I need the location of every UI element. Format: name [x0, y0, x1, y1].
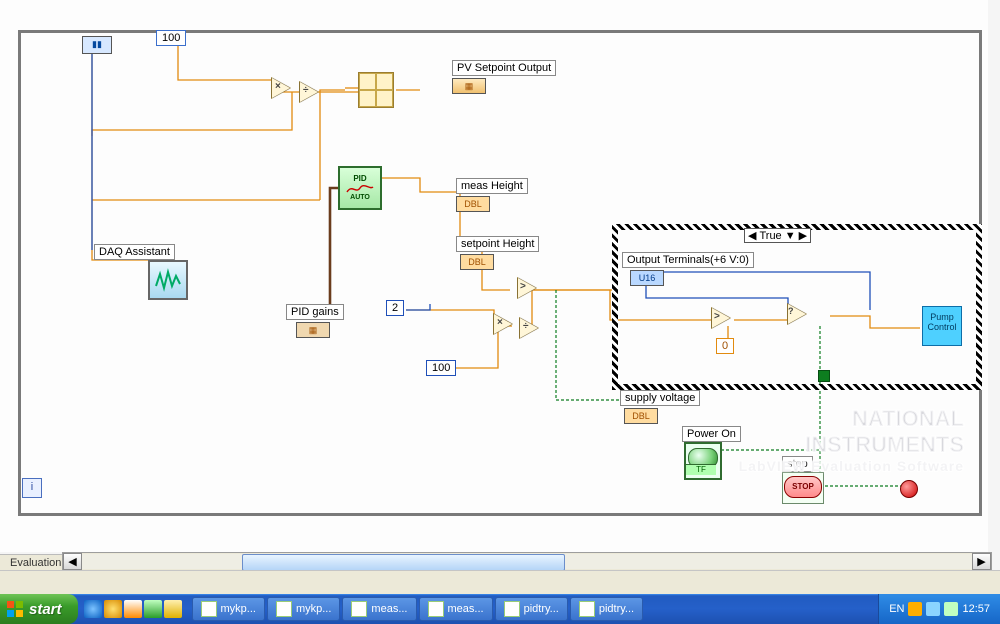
- supply-voltage-control[interactable]: DBL: [624, 408, 658, 424]
- explorer-icon[interactable]: [104, 600, 122, 618]
- constant-100-bottom[interactable]: 100: [426, 360, 456, 376]
- scroll-right-button[interactable]: ▶: [972, 553, 991, 570]
- select-node[interactable]: ?: [788, 304, 808, 324]
- labview-vi-icon: [579, 601, 595, 617]
- app-icon[interactable]: [164, 600, 182, 618]
- vlc-icon[interactable]: [124, 600, 142, 618]
- setpoint-height-indicator[interactable]: DBL: [460, 254, 494, 270]
- ie-icon[interactable]: [84, 600, 102, 618]
- build-array-node[interactable]: [358, 72, 394, 108]
- greater-than-node[interactable]: >: [518, 278, 538, 298]
- labview-vi-icon: [201, 601, 217, 617]
- tray-icon[interactable]: [944, 602, 958, 616]
- pid-autotune-subvi[interactable]: PID AUTO: [338, 166, 382, 210]
- loop-iteration-terminal[interactable]: i: [22, 478, 42, 498]
- horizontal-scrollbar[interactable]: ◀ ▶: [62, 552, 992, 571]
- output-terminals-indicator[interactable]: U16: [630, 270, 664, 286]
- chevron-left-icon: ◀: [68, 555, 76, 568]
- system-tray[interactable]: EN 12:57: [878, 594, 1000, 624]
- labview-vi-icon: [351, 601, 367, 617]
- pid-title: PID: [353, 175, 366, 184]
- daq-assistant-subvi[interactable]: [148, 260, 188, 300]
- loop-stop-terminal[interactable]: [900, 480, 918, 498]
- start-button[interactable]: start: [0, 594, 78, 624]
- media-icon[interactable]: [144, 600, 162, 618]
- task-item[interactable]: pidtry...: [495, 597, 568, 621]
- pid-gains-control[interactable]: ▦: [296, 322, 330, 338]
- meas-height-label: meas Height: [456, 178, 528, 194]
- tray-icon[interactable]: [908, 602, 922, 616]
- windows-taskbar[interactable]: start mykp... mykp... meas... meas... pi…: [0, 594, 1000, 624]
- tray-icon[interactable]: [926, 602, 940, 616]
- boolean-tunnel: [818, 370, 830, 382]
- multiply-node-mid[interactable]: ×: [494, 314, 514, 334]
- pid-graph-icon: [346, 184, 374, 194]
- case-dropdown-icon[interactable]: ▼: [785, 230, 796, 242]
- divide-node-mid[interactable]: ÷: [520, 318, 540, 338]
- daq-assistant-label: DAQ Assistant: [94, 244, 175, 260]
- pv-setpoint-output-label: PV Setpoint Output: [452, 60, 556, 76]
- scroll-left-button[interactable]: ◀: [63, 553, 82, 570]
- divide-node-upper[interactable]: ÷: [300, 82, 320, 102]
- output-terminals-label: Output Terminals(+6 V:0): [622, 252, 754, 268]
- constant-0-case[interactable]: 0: [716, 338, 734, 354]
- window-border-strip: [0, 570, 1000, 594]
- power-on-label: Power On: [682, 426, 741, 442]
- labview-vi-icon: [428, 601, 444, 617]
- task-buttons: mykp... mykp... meas... meas... pidtry..…: [188, 594, 879, 624]
- task-item[interactable]: mykp...: [192, 597, 265, 621]
- array-in-terminal[interactable]: ▮▮: [82, 36, 112, 54]
- pid-sub: AUTO: [350, 194, 370, 202]
- task-item[interactable]: pidtry...: [570, 597, 643, 621]
- constant-2[interactable]: 2: [386, 300, 404, 316]
- chevron-right-icon: ▶: [977, 555, 985, 568]
- start-label: start: [29, 601, 62, 618]
- stop-control[interactable]: STOP: [782, 472, 824, 504]
- scrollbar-track[interactable]: [82, 554, 972, 569]
- quick-launch[interactable]: [78, 594, 188, 624]
- task-label: mykp...: [296, 603, 331, 615]
- task-label: pidtry...: [599, 603, 634, 615]
- greater-than-node-inner[interactable]: >: [712, 308, 732, 328]
- task-item[interactable]: meas...: [342, 597, 416, 621]
- supply-voltage-label: supply voltage: [620, 390, 700, 406]
- stop-label: stop: [782, 456, 813, 472]
- windows-flag-icon: [6, 600, 24, 618]
- taskbar-clock[interactable]: 12:57: [962, 603, 990, 615]
- power-on-control[interactable]: TF: [684, 442, 722, 480]
- block-diagram-canvas[interactable]: i ▮▮ 100 × ÷ PV Setpoint Output ▦ DAQ As…: [0, 0, 988, 552]
- case-prev-icon[interactable]: ◀: [748, 229, 756, 242]
- stop-button-face: STOP: [784, 476, 822, 498]
- pv-setpoint-output-indicator[interactable]: ▦: [452, 78, 486, 94]
- power-on-tf: TF: [686, 464, 716, 475]
- daq-waveform-icon: [154, 266, 182, 294]
- pump-control-indicator[interactable]: Pump Control: [922, 306, 962, 346]
- language-indicator[interactable]: EN: [889, 603, 904, 615]
- labview-vi-icon: [504, 601, 520, 617]
- pid-gains-label: PID gains: [286, 304, 344, 320]
- labview-vi-icon: [276, 601, 292, 617]
- scrollbar-thumb[interactable]: [242, 554, 564, 571]
- meas-height-indicator[interactable]: DBL: [456, 196, 490, 212]
- case-value: True: [759, 230, 781, 242]
- task-item[interactable]: meas...: [419, 597, 493, 621]
- task-item[interactable]: mykp...: [267, 597, 340, 621]
- case-selector[interactable]: ◀ True ▼ ▶: [744, 228, 811, 243]
- task-label: pidtry...: [524, 603, 559, 615]
- case-next-icon[interactable]: ▶: [799, 229, 807, 242]
- constant-100-top[interactable]: 100: [156, 30, 186, 46]
- task-label: mykp...: [221, 603, 256, 615]
- task-label: meas...: [371, 603, 407, 615]
- multiply-node-upper[interactable]: ×: [272, 78, 292, 98]
- task-label: meas...: [448, 603, 484, 615]
- setpoint-height-label: setpoint Height: [456, 236, 539, 252]
